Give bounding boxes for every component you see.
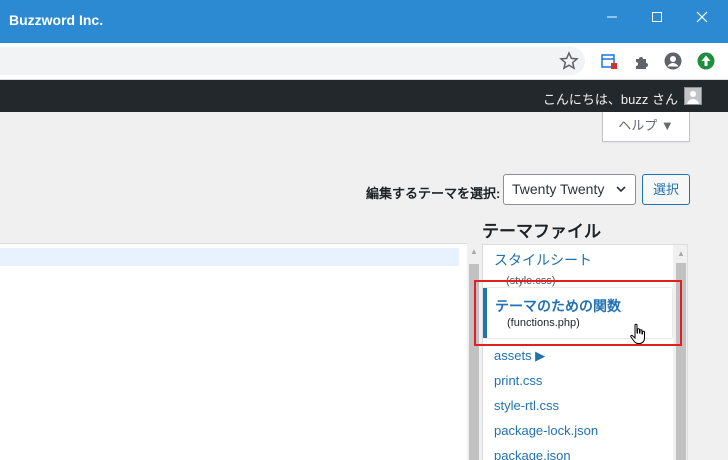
window-title: Buzzword Inc. (9, 12, 104, 28)
minimize-icon (606, 16, 617, 18)
wp-admin-bar: こんにちは、buzz さん (0, 80, 728, 112)
address-bar[interactable] (0, 47, 585, 75)
chevron-down-icon (615, 175, 627, 215)
code-editor[interactable] (0, 243, 467, 460)
files-scrollbar[interactable]: ▲ (673, 245, 687, 460)
maximize-button[interactable] (634, 0, 679, 32)
scroll-up-icon[interactable]: ▲ (470, 247, 478, 256)
scroll-up-icon[interactable]: ▲ (677, 249, 685, 258)
file-item-print-css[interactable]: print.css (494, 373, 542, 388)
account-greeting[interactable]: こんにちは、buzz さん (543, 89, 678, 108)
file-item-package-json[interactable]: package.json (494, 448, 571, 460)
theme-files-heading: テーマファイル (482, 222, 601, 241)
theme-files-list: スタイルシート (style.css) テーマのための関数 (functions… (482, 244, 688, 460)
update-icon[interactable] (696, 51, 716, 71)
select-theme-button[interactable]: 選択 (642, 174, 690, 205)
file-name: スタイルシート (494, 252, 592, 268)
user-avatar-icon (687, 91, 699, 104)
editor-active-line (0, 248, 459, 266)
file-item-style-rtl-css[interactable]: style-rtl.css (494, 398, 559, 413)
profile-icon[interactable] (663, 51, 683, 71)
bookmark-star-icon[interactable] (559, 51, 579, 71)
theme-select-label: 編集するテーマを選択: (366, 186, 501, 201)
puzzle-extensions-icon[interactable] (632, 51, 652, 71)
hand-pointer-cursor-icon (630, 323, 645, 344)
extension-badge-icon[interactable] (599, 51, 619, 71)
avatar[interactable] (684, 87, 702, 105)
browser-toolbar (0, 43, 728, 80)
file-item-package-lock-json[interactable]: package-lock.json (494, 423, 598, 438)
help-button[interactable]: ヘルプ ▼ (602, 112, 690, 142)
editor-scrollbar[interactable]: ▲ (467, 243, 481, 460)
theme-select-value: Twenty Twenty (512, 181, 605, 197)
highlight-annotation (474, 280, 682, 346)
minimize-button[interactable] (589, 0, 634, 32)
theme-select[interactable]: Twenty Twenty (503, 174, 636, 205)
close-button[interactable] (679, 0, 724, 32)
maximize-icon (651, 12, 662, 23)
close-icon (696, 11, 707, 23)
file-item-assets[interactable]: assets ▶ (494, 348, 545, 364)
window-titlebar: Buzzword Inc. (0, 0, 728, 43)
